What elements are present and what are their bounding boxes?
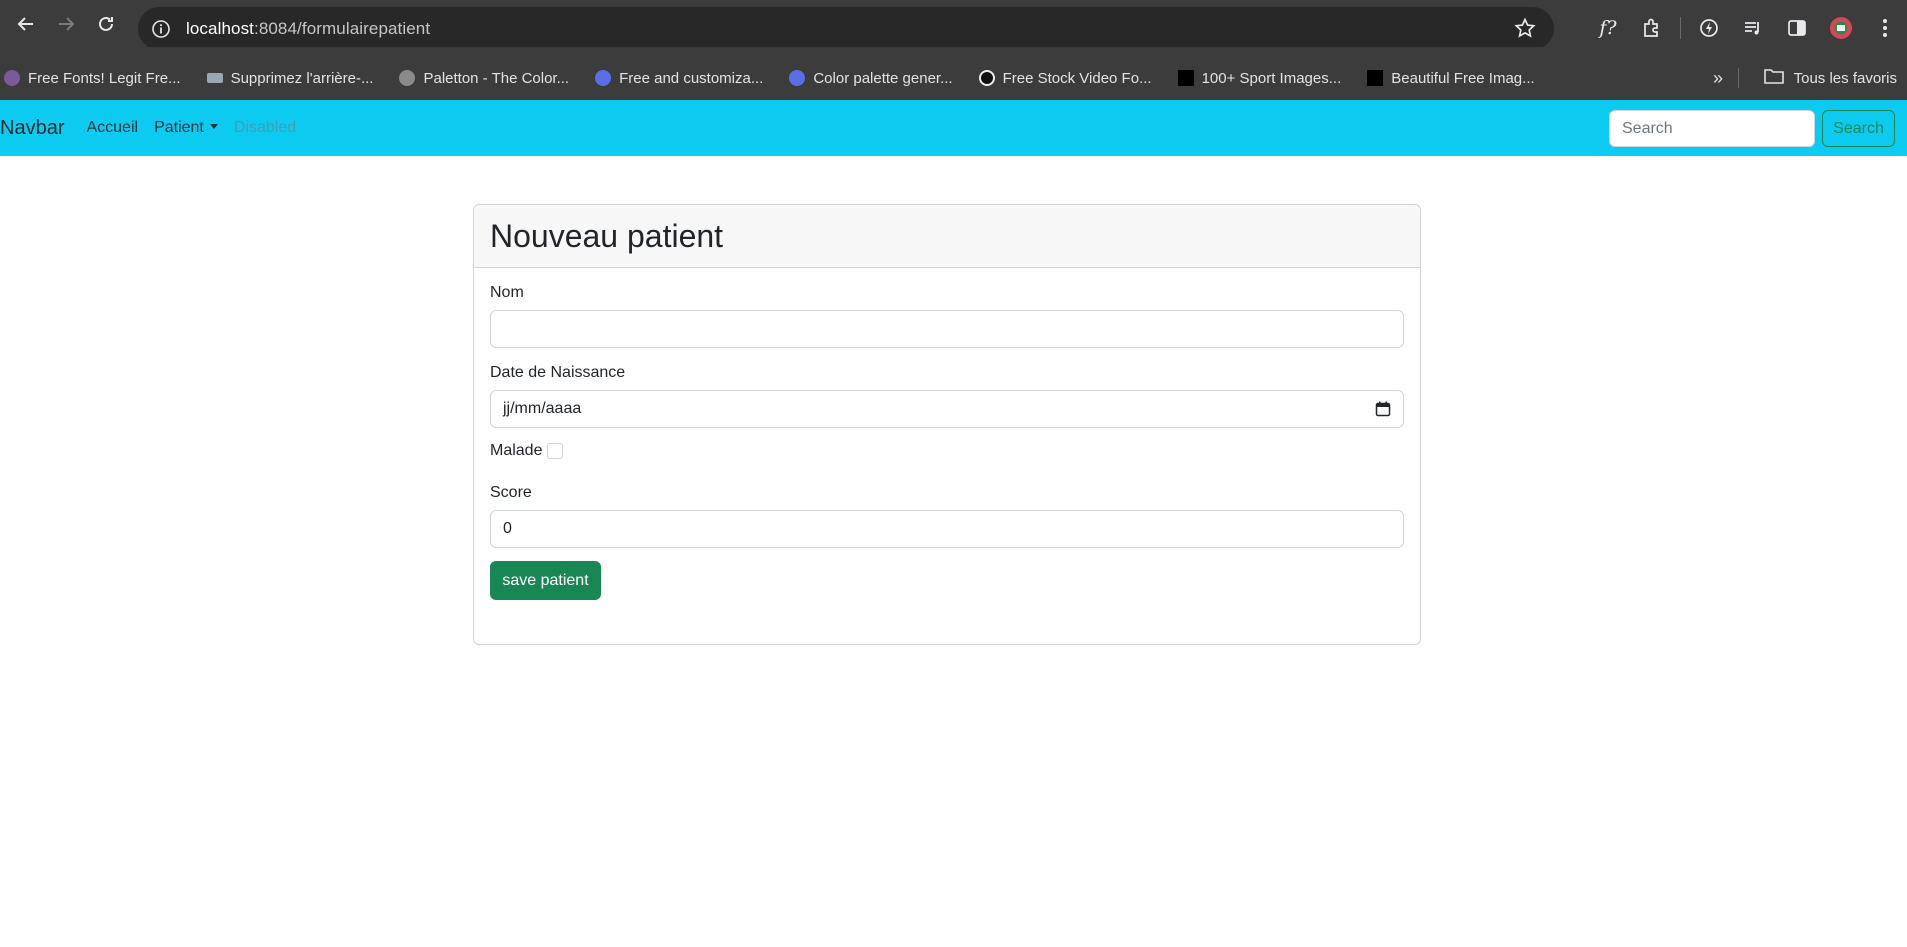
extensions-icon[interactable]	[1630, 6, 1674, 50]
url-text: localhost:8084/formulairepatient	[186, 18, 431, 38]
bookmark-favicon-icon	[789, 70, 806, 86]
calendar-icon[interactable]	[1375, 401, 1391, 422]
bookmark-item[interactable]: Free Fonts! Legit Fre...	[4, 70, 181, 87]
navbar-brand[interactable]: Navbar	[0, 117, 64, 140]
malade-label: Malade	[490, 442, 543, 459]
nav-link-accueil[interactable]: Accueil	[86, 119, 138, 137]
bookmark-favicon-icon	[595, 70, 612, 86]
bookmark-item[interactable]: Beautiful Free Imag...	[1367, 70, 1535, 87]
score-label: Score	[490, 484, 532, 501]
bookmark-item[interactable]: Paletton - The Color...	[399, 70, 569, 87]
bookmarks-bar: Free Fonts! Legit Fre... Supprimez l'arr…	[0, 56, 1907, 100]
page-title: Nouveau patient	[490, 218, 724, 254]
side-panel-icon[interactable]	[1775, 6, 1819, 50]
bookmark-star-icon[interactable]	[1514, 17, 1536, 44]
card-header: Nouveau patient	[474, 205, 1420, 268]
nom-label: Nom	[490, 284, 524, 301]
browser-toolbar: localhost:8084/formulairepatient f?	[0, 0, 1907, 50]
menu-kebab-icon[interactable]	[1863, 6, 1907, 50]
bookmark-item[interactable]: Free Stock Video Fo...	[978, 70, 1152, 87]
performance-icon[interactable]	[1687, 6, 1731, 50]
back-icon[interactable]	[6, 4, 46, 44]
save-patient-button[interactable]: save patient	[490, 561, 601, 600]
date-naissance-input[interactable]: jj/mm/aaaa	[490, 390, 1404, 428]
app-navbar: Navbar Accueil Patient Disabled Search S…	[0, 100, 1907, 156]
bookmark-item[interactable]: Supprimez l'arrière-...	[206, 70, 373, 87]
bookmark-favicon-icon	[978, 70, 995, 86]
reload-icon[interactable]	[86, 4, 126, 44]
font-extension-icon[interactable]: f?	[1586, 6, 1630, 50]
malade-row: Malade	[490, 442, 1404, 460]
search-input[interactable]: Search	[1609, 110, 1815, 147]
bookmark-item[interactable]: Free and customiza...	[595, 70, 763, 87]
folder-icon	[1763, 68, 1784, 88]
site-info-icon[interactable]	[150, 18, 172, 40]
nav-dropdown-patient[interactable]: Patient	[154, 119, 218, 137]
bookmark-item[interactable]: 100+ Sport Images...	[1177, 70, 1341, 87]
bookmark-favicon-icon	[399, 70, 416, 86]
malade-checkbox[interactable]	[547, 443, 564, 459]
score-input[interactable]: 0	[490, 510, 1404, 548]
forward-icon[interactable]	[46, 4, 86, 44]
bookmark-favicon-icon	[1177, 70, 1194, 86]
all-bookmarks-folder[interactable]: Tous les favoris	[1763, 56, 1897, 100]
bookmark-favicon-icon	[4, 70, 20, 86]
nav-link-disabled: Disabled	[233, 119, 297, 136]
card-body: Nom Date de Naissance jj/mm/aaaa Malade …	[474, 268, 1420, 616]
search-button[interactable]: Search	[1822, 110, 1895, 147]
nom-input[interactable]	[490, 310, 1404, 348]
bookmark-favicon-icon	[1367, 70, 1384, 86]
bookmark-item[interactable]: Color palette gener...	[789, 70, 953, 87]
profile-avatar-icon[interactable]	[1819, 6, 1863, 50]
chevron-double-right-icon[interactable]: »	[1713, 56, 1723, 100]
media-control-icon[interactable]	[1731, 6, 1775, 50]
address-bar[interactable]: localhost:8084/formulairepatient	[138, 7, 1554, 50]
toolbar-divider	[1680, 17, 1681, 39]
patient-form-card: Nouveau patient Nom Date de Naissance jj…	[473, 204, 1421, 645]
bookmarks-divider	[1738, 68, 1739, 88]
bookmark-favicon-icon	[206, 73, 223, 83]
date-naissance-label: Date de Naissance	[490, 364, 626, 381]
